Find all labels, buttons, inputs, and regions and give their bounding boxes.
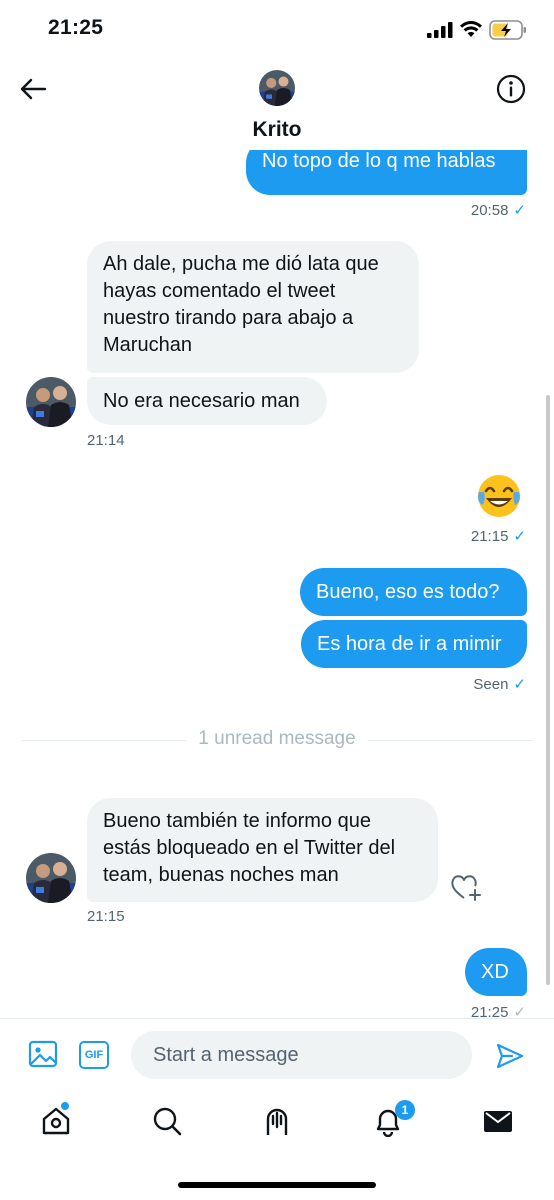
sender-avatar[interactable] [26,377,76,427]
status-time: 21:25 [48,16,104,39]
sender-avatar[interactable] [26,853,76,903]
message-bubble-incoming[interactable]: Bueno también te informo que estás bloqu… [87,798,438,902]
sender-photo [26,853,76,903]
send-icon[interactable] [495,1041,525,1071]
message-bubble-outgoing[interactable]: Bueno, eso es todo? [300,568,527,616]
notifications-badge: 1 [395,1100,415,1120]
gif-label: GIF [84,1049,104,1061]
message-bubble-outgoing[interactable]: No topo de lo q me hablas [246,150,527,195]
message-time: 20:58 [470,201,509,219]
message-bubble-outgoing[interactable]: XD [465,948,527,996]
status-bar: 21:25 [0,0,554,62]
sender-photo [26,377,76,427]
search-icon[interactable] [151,1105,183,1137]
conversation-header: Krito [0,62,554,150]
contact-photo [259,70,295,106]
read-status: Seen [473,675,509,693]
cellular-signal-icon [427,22,453,38]
scrollbar[interactable] [546,395,550,985]
home-unread-dot [61,1102,69,1110]
sent-check-icon: ✓ [513,202,526,219]
message-meta: 21:25 ✓ [470,1003,526,1019]
home-indicator[interactable] [178,1182,376,1188]
bottom-navigation: 1 [0,1093,554,1200]
message-input[interactable] [131,1031,472,1079]
message-composer: GIF [0,1018,554,1093]
message-list[interactable]: No topo de lo q me hablas 20:58 ✓ Ah dal… [0,150,554,1018]
message-time: 21:25 [470,1003,509,1019]
sent-check-icon: ✓ [513,1004,526,1018]
message-meta: 20:58 ✓ [470,201,526,220]
emoji-message[interactable] [475,472,523,520]
gif-button[interactable]: GIF [79,1041,109,1069]
message-bubble-outgoing[interactable]: Es hora de ir a mimir [301,620,527,668]
unread-divider: 1 unread message [0,728,554,750]
message-time: 21:15 [87,908,125,925]
contact-name[interactable]: Krito [0,118,554,142]
mail-icon[interactable] [482,1105,514,1137]
image-icon[interactable] [28,1039,58,1069]
unread-label: 1 unread message [186,728,368,749]
read-check-icon: ✓ [513,676,526,693]
message-meta: 21:15 ✓ [470,527,526,546]
message-time: 21:15 [470,527,509,545]
back-arrow-icon [20,78,47,100]
back-button[interactable] [18,74,48,104]
spaces-icon[interactable] [261,1105,293,1137]
wifi-icon [460,21,482,37]
info-icon[interactable] [495,73,527,105]
contact-avatar[interactable] [259,70,295,106]
message-time: 21:14 [87,432,125,449]
sent-check-icon: ✓ [513,528,526,545]
tears-of-joy-emoji [478,475,520,517]
heart-plus-icon[interactable] [449,872,483,902]
message-meta: Seen ✓ [473,675,526,694]
message-bubble-incoming[interactable]: No era necesario man [87,377,327,425]
message-bubble-incoming[interactable]: Ah dale, pucha me dió lata que hayas com… [87,241,419,373]
battery-charging-icon [489,20,526,40]
home-icon[interactable] [40,1105,72,1137]
